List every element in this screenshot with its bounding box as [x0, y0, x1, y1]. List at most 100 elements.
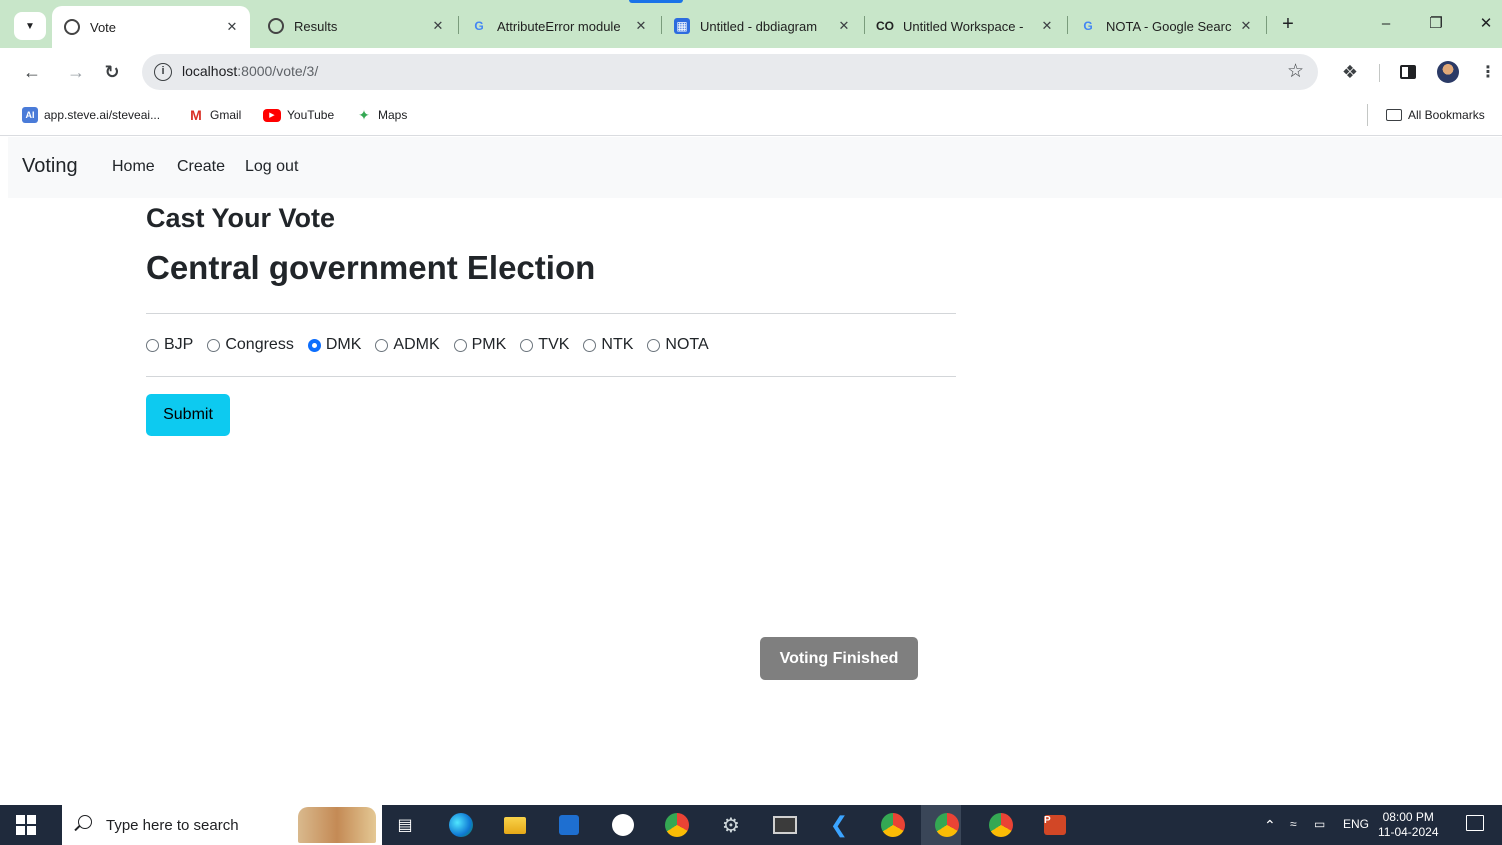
maps-icon: ✦ [358, 106, 370, 123]
bookmark-steveai[interactable]: AI app.steve.ai/steveai... [22, 105, 160, 125]
divider-top [146, 313, 956, 314]
radio-button[interactable] [520, 338, 534, 352]
bookmark-star-icon[interactable]: ☆ [1287, 60, 1304, 83]
browser-toolbar: ← → ↻ i localhost:8000/vote/3/ ☆ ❖ ⋮ [0, 48, 1502, 96]
tab-search-chevron-icon[interactable]: ▼ [14, 12, 46, 40]
radio-button[interactable] [146, 338, 159, 352]
menu-kebab-icon[interactable]: ⋮ [1476, 60, 1500, 84]
bookmark-label: Gmail [210, 108, 242, 122]
option-label: NTK [601, 336, 634, 353]
tab-workspace[interactable]: CO Untitled Workspace - ✕ [865, 7, 1065, 45]
extensions-puzzle-icon[interactable]: ❖ [1338, 60, 1362, 84]
settings-gear-icon[interactable]: ⚙ [719, 813, 743, 837]
terminal-icon[interactable] [773, 813, 797, 837]
chrome-active-icon[interactable] [935, 813, 959, 837]
url-text[interactable]: localhost:8000/vote/3/ [182, 63, 318, 79]
tab-attributeerror[interactable]: G AttributeError module ✕ [459, 7, 659, 45]
windows-start-icon[interactable] [16, 815, 36, 835]
option-nota[interactable]: NOTA [647, 336, 709, 354]
radio-button[interactable] [207, 338, 221, 352]
battery-icon[interactable]: ▭ [1314, 817, 1325, 831]
clock-time: 08:00 PM [1382, 810, 1434, 824]
close-window-icon[interactable]: ✕ [1474, 12, 1498, 36]
task-view-icon[interactable]: ▤ [393, 813, 417, 837]
forward-arrow-icon[interactable]: → [64, 60, 88, 84]
bookmark-gmail[interactable]: M Gmail [188, 105, 241, 125]
wifi-icon[interactable]: ≈ [1290, 817, 1297, 831]
navbar-brand[interactable]: Voting [22, 155, 78, 178]
toolbar-divider [1379, 64, 1380, 82]
option-congress[interactable]: Congress [207, 336, 294, 354]
tab-nota-search[interactable]: G NOTA - Google Searc ✕ [1068, 7, 1264, 45]
nav-link-logout[interactable]: Log out [245, 158, 298, 176]
close-tab-icon[interactable]: ✕ [631, 18, 651, 34]
tab-title: Untitled Workspace - [903, 18, 1024, 34]
bookmarks-bar: AI app.steve.ai/steveai... M Gmail ▶ You… [0, 96, 1502, 136]
close-tab-icon[interactable]: ✕ [1236, 18, 1256, 34]
close-tab-icon[interactable]: ✕ [222, 19, 242, 35]
language-indicator[interactable]: ENG [1343, 817, 1369, 831]
powerpoint-icon[interactable]: P [1043, 813, 1067, 837]
chrome-profile-2-icon[interactable] [989, 813, 1013, 837]
option-pmk[interactable]: PMK [453, 336, 507, 354]
option-bjp[interactable]: BJP [146, 336, 193, 354]
file-explorer-icon[interactable] [503, 813, 527, 837]
option-dmk[interactable]: DMK [307, 336, 361, 354]
radio-button[interactable] [647, 338, 661, 352]
voting-finished-badge[interactable]: Voting Finished [760, 637, 918, 680]
windows-taskbar: Type here to search ▤ ⚙ ❮ P ⌃ ≈ ▭ ENG 08… [0, 805, 1502, 845]
radio-button-checked[interactable] [307, 338, 321, 352]
notification-icon[interactable] [1466, 815, 1484, 831]
side-panel-icon[interactable] [1396, 60, 1420, 84]
election-title: Central government Election [146, 249, 596, 286]
option-tvk[interactable]: TVK [520, 336, 569, 354]
restore-icon[interactable]: ❐ [1424, 12, 1448, 36]
tab-dbdiagram[interactable]: ▦ Untitled - dbdiagram ✕ [662, 7, 862, 45]
bookmark-maps[interactable]: ✦ Maps [356, 105, 407, 125]
folder-icon [1386, 107, 1402, 123]
close-tab-icon[interactable]: ✕ [834, 18, 854, 34]
colab-icon: CO [876, 19, 894, 33]
option-admk[interactable]: ADMK [375, 336, 440, 354]
option-label: BJP [164, 336, 194, 353]
back-arrow-icon[interactable]: ← [20, 60, 44, 84]
address-bar[interactable]: i localhost:8000/vote/3/ ☆ [142, 54, 1318, 90]
store-icon[interactable] [557, 813, 581, 837]
new-tab-icon[interactable]: + [1276, 12, 1300, 36]
edge-icon[interactable] [449, 813, 473, 837]
tab-title: NOTA - Google Searc [1106, 18, 1232, 34]
reload-icon[interactable]: ↻ [100, 60, 124, 84]
github-icon[interactable] [611, 813, 635, 837]
all-bookmarks-button[interactable]: All Bookmarks [1386, 105, 1485, 125]
nav-link-home[interactable]: Home [112, 158, 155, 176]
radio-button[interactable] [375, 338, 389, 352]
close-tab-icon[interactable]: ✕ [428, 18, 448, 34]
tab-results[interactable]: Results ✕ [256, 7, 456, 45]
tray-chevron-icon[interactable]: ⌃ [1264, 817, 1276, 834]
site-info-icon[interactable]: i [154, 63, 172, 81]
nav-link-create[interactable]: Create [177, 158, 225, 176]
option-label: NOTA [665, 336, 709, 353]
bookmark-label: app.steve.ai/steveai... [44, 108, 161, 122]
screen: ▼ Vote ✕ Results ✕ G AttributeError modu… [0, 0, 1502, 845]
chrome-icon[interactable] [665, 813, 689, 837]
profile-avatar-icon[interactable] [1436, 60, 1460, 84]
taskbar-search-box[interactable]: Type here to search [62, 805, 382, 845]
bookmarks-divider [1367, 104, 1368, 126]
option-ntk[interactable]: NTK [583, 336, 633, 354]
taskbar-clock[interactable]: 08:00 PM 11-04-2024 [1378, 810, 1439, 840]
bookmark-youtube[interactable]: ▶ YouTube [263, 105, 334, 125]
globe-icon [64, 19, 80, 35]
minimize-icon[interactable]: – [1374, 12, 1398, 36]
radio-button[interactable] [583, 338, 597, 352]
chrome-profile-icon[interactable] [881, 813, 905, 837]
google-icon: G [474, 19, 484, 33]
vscode-icon[interactable]: ❮ [827, 812, 851, 837]
submit-button[interactable]: Submit [146, 394, 230, 436]
close-tab-icon[interactable]: ✕ [1037, 18, 1057, 34]
radio-button[interactable] [453, 338, 467, 352]
clock-date: 11-04-2024 [1378, 825, 1439, 839]
dbdiagram-icon: ▦ [674, 18, 690, 34]
option-label: PMK [471, 336, 507, 353]
tab-vote[interactable]: Vote ✕ [52, 6, 250, 48]
